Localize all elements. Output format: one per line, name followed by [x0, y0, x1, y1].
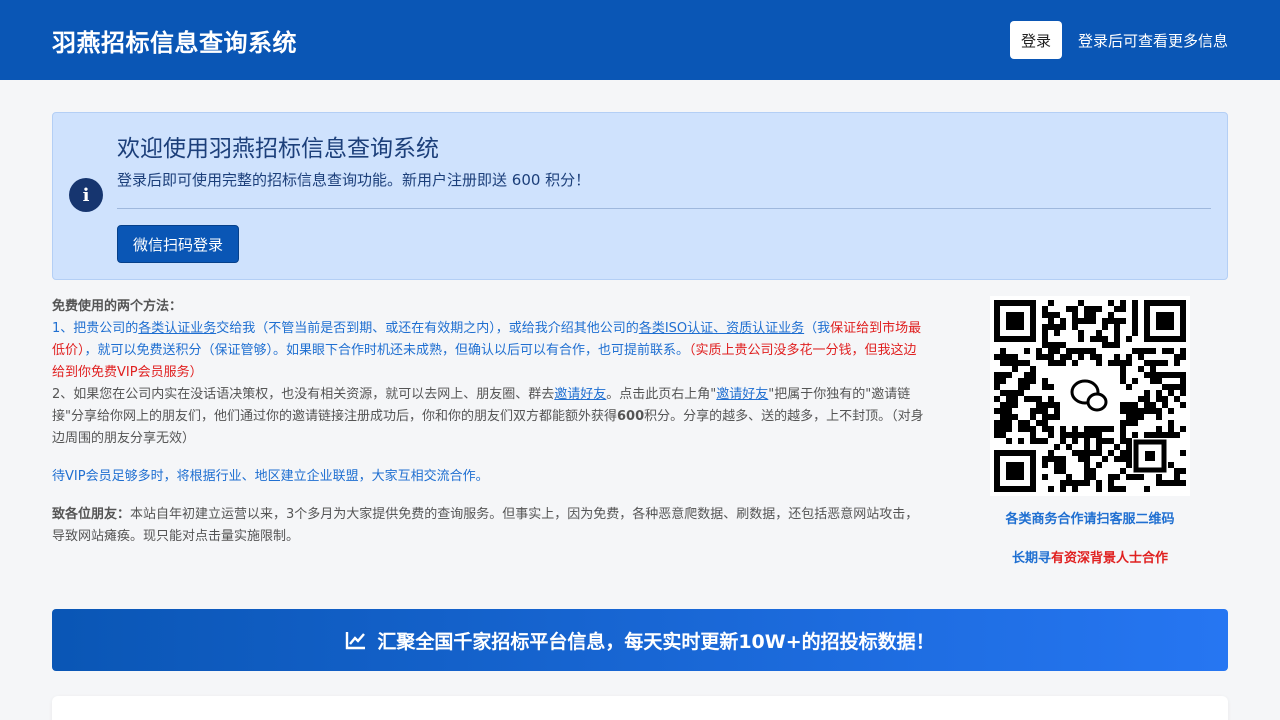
cert-business-link[interactable]: 各类认证业务 [138, 321, 216, 336]
friends-note-heading: 致各位朋友： [52, 507, 131, 522]
qr-finder-bottom-left [994, 450, 1036, 492]
free-methods-section: 免费使用的两个方法： 1、把贵公司的各类认证业务交给我（不管当前是否到期、或还在… [52, 296, 927, 548]
data-banner: 汇聚全国千家招标平台信息，每天实时更新10W+的招投标数据！ [52, 609, 1228, 671]
method-one-text: ，就可以免费送积分（保证管够）。如果眼下合作时机还未成熟，但确认以后可以有合作，… [84, 343, 690, 358]
alert-title: 欢迎使用羽燕招标信息查询系统 [117, 136, 439, 162]
points-value: 600 [616, 409, 645, 424]
qr-caption-partner-highlight: 有资深背景人士合作 [1051, 551, 1169, 566]
friends-note-text: 本站自年初建立运营以来，3个多月为大家提供免费的查询服务。但事实上，因为免费，各… [52, 507, 919, 544]
methods-heading: 免费使用的两个方法： [52, 299, 183, 314]
invite-friends-link[interactable]: 邀请好友 [554, 387, 606, 402]
method-two-text: 。点击此页右上角" [606, 387, 717, 402]
wechat-icon [1064, 370, 1116, 422]
info-icon: i [69, 178, 103, 212]
vip-note: 待VIP会员足够多时，将根据行业、地区建立企业联盟，大家互相交流合作。 [52, 469, 489, 484]
chart-line-icon [346, 632, 366, 650]
method-two: 2、如果您在公司内实在没话语决策权，也没有相关资源，就可以去网上、朋友圈、群去邀… [52, 384, 927, 450]
banner-text: 汇聚全国千家招标平台信息，每天实时更新10W+的招投标数据！ [377, 630, 935, 653]
qr-caption: 各类商务合作请扫客服二维码 [1005, 512, 1175, 527]
login-button[interactable]: 登录 [1009, 21, 1062, 59]
alert-subtitle: 登录后即可使用完整的招标信息查询功能。新用户注册即送 600 积分！ [117, 171, 591, 189]
alert-divider [117, 208, 1211, 209]
iso-cert-link[interactable]: 各类ISO认证、资质认证业务 [639, 321, 804, 336]
qr-caption-partner-prefix: 长期寻 [1011, 551, 1051, 566]
wechat-login-button[interactable]: 微信扫码登录 [117, 225, 239, 263]
method-one-text: （我 [804, 321, 831, 336]
invite-friends-link-2[interactable]: 邀请好友 [716, 387, 768, 402]
qr-alignment-dot [1145, 451, 1155, 461]
top-right-area: 登录 登录后可查看更多信息 [1009, 21, 1228, 59]
method-one-text: 1、把贵公司的 [52, 321, 139, 336]
friends-note: 致各位朋友：本站自年初建立运营以来，3个多月为大家提供免费的查询服务。但事实上，… [52, 504, 927, 548]
top-navbar: 羽燕招标信息查询系统 登录 登录后可查看更多信息 [0, 0, 1280, 80]
qr-code-image [994, 300, 1186, 492]
welcome-alert: i 欢迎使用羽燕招标信息查询系统 登录后即可使用完整的招标信息查询功能。新用户注… [52, 112, 1228, 280]
qr-finder-top-left [994, 300, 1036, 342]
method-two-text: 2、如果您在公司内实在没话语决策权，也没有相关资源，就可以去网上、朋友圈、群去 [52, 387, 555, 402]
qr-caption-partner: 长期寻有资深背景人士合作 [960, 547, 1220, 566]
customer-service-qr-code [990, 296, 1190, 496]
login-hint: 登录后可查看更多信息 [1077, 31, 1228, 50]
method-one-text: 交给我（不管当前是否到期、或还在有效期之内），或给我介绍其他公司的 [216, 321, 639, 336]
method-one: 1、把贵公司的各类认证业务交给我（不管当前是否到期、或还在有效期之内），或给我介… [52, 318, 927, 384]
qr-finder-top-right [1144, 300, 1186, 342]
site-title: 羽燕招标信息查询系统 [52, 28, 297, 57]
content-card [52, 696, 1228, 720]
